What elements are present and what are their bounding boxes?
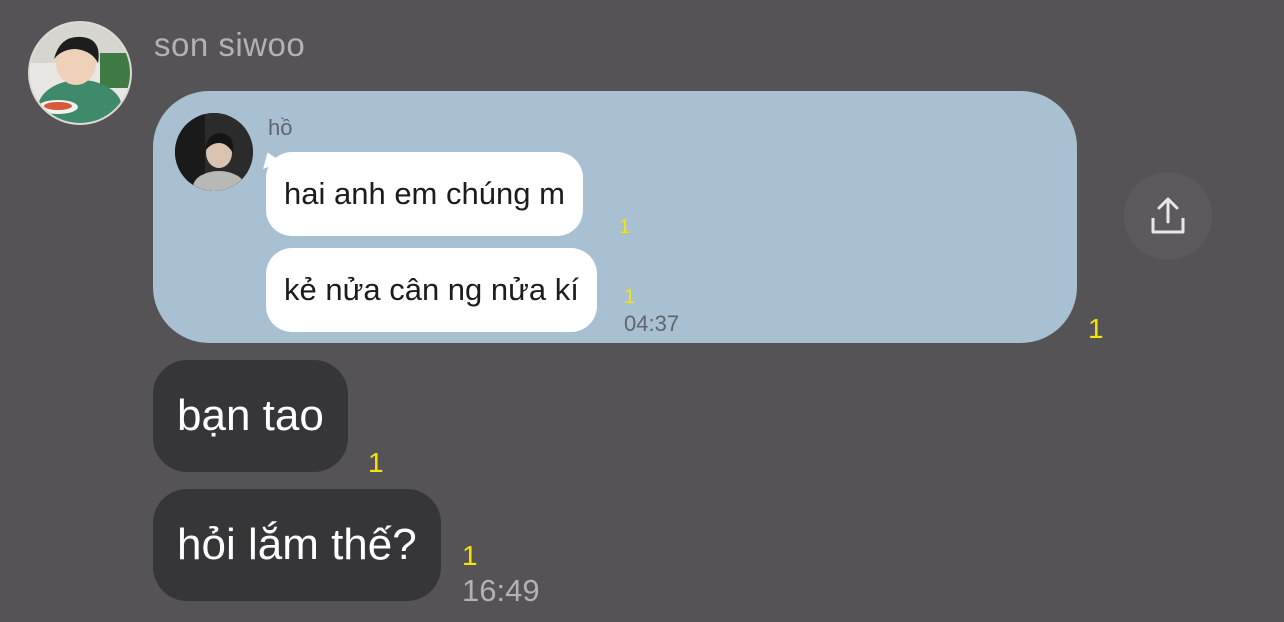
quoted-message-bubble[interactable]: kẻ nửa cân ng nửa kí — [266, 248, 597, 332]
share-upload-icon — [1151, 197, 1185, 234]
sender-avatar[interactable] — [28, 21, 132, 125]
quoted-author-avatar — [175, 113, 253, 191]
share-button[interactable] — [1124, 172, 1212, 260]
message-time: 16:49 — [462, 573, 540, 608]
quoted-avatar-photo — [175, 113, 253, 191]
shared-card-unread-count: 1 — [1088, 313, 1104, 344]
quoted-author-name: hồ — [268, 115, 293, 140]
quoted-unread-count: 1 — [619, 216, 631, 238]
message-bubble[interactable]: bạn tao — [153, 360, 348, 472]
avatar-photo — [30, 23, 130, 123]
message-unread-count: 1 — [462, 540, 478, 571]
sender-name: son siwoo — [154, 26, 306, 63]
message-bubble[interactable]: hỏi lắm thế? — [153, 489, 441, 601]
quoted-message-time: 04:37 — [624, 311, 680, 336]
quoted-message-bubble[interactable]: hai anh em chúng m — [266, 152, 583, 236]
message-unread-count: 1 — [368, 447, 384, 478]
quoted-unread-count: 1 — [624, 286, 636, 308]
